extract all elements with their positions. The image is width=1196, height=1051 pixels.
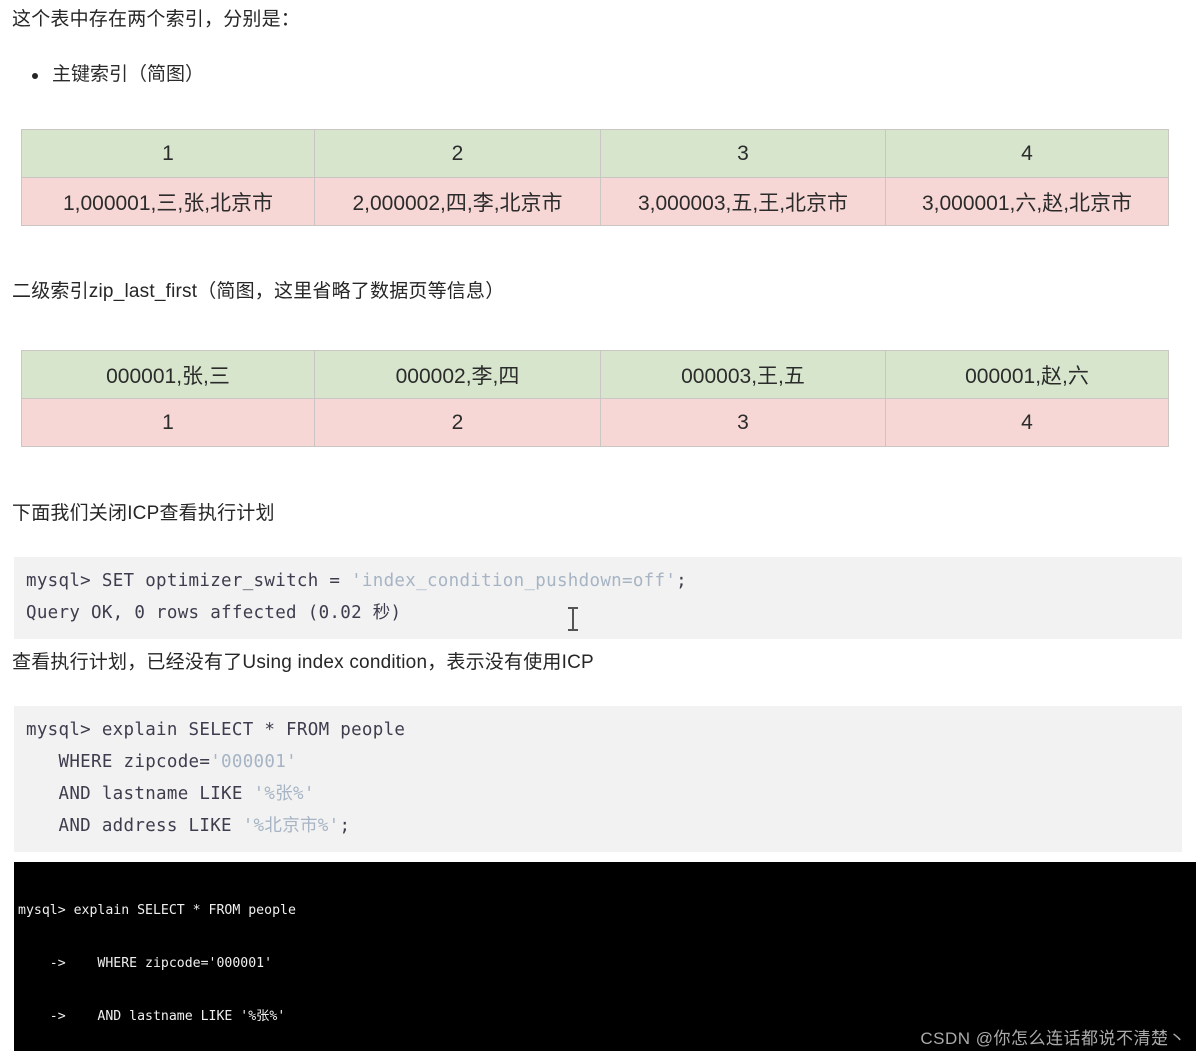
table-cell: 000003,王,五 <box>600 350 886 399</box>
table-row: 000001,张,三 000002,李,四 000003,王,五 000001,… <box>21 350 1169 399</box>
code-line-4-end: ; <box>339 816 351 836</box>
code-statement: SET optimizer_switch = <box>101 571 352 591</box>
code-prompt: mysql> <box>26 571 102 591</box>
table-cell: 4 <box>885 398 1169 447</box>
table-cell: 3 <box>600 129 886 178</box>
secondary-index-table: 000001,张,三 000002,李,四 000003,王,五 000001,… <box>21 350 1169 447</box>
text-cursor-icon <box>568 607 578 631</box>
table-cell: 4 <box>885 129 1169 178</box>
table-cell: 1 <box>21 398 315 447</box>
intro-paragraph: 这个表中存在两个索引，分别是： <box>12 9 301 30</box>
execution-plan-caption: 查看执行计划，已经没有了Using index condition，表示没有使用… <box>12 652 594 673</box>
code-block-explain[interactable]: mysql> explain SELECT * FROM people WHER… <box>14 706 1182 852</box>
table-cell: 2 <box>314 398 601 447</box>
code-line-4-keyword: AND address LIKE <box>26 816 243 836</box>
table-cell: 1 <box>21 129 315 178</box>
table-row: 1 2 3 4 <box>21 129 1169 178</box>
table-row: 1,000001,三,张,北京市 2,000002,四,李,北京市 3,0000… <box>21 177 1169 226</box>
terminal-line: -> AND lastname LIKE '%张%' <box>18 1008 286 1024</box>
code-line-2: WHERE zipcode='000001' <box>26 752 297 772</box>
code-line-4: AND address LIKE '%北京市%'; <box>26 816 351 836</box>
code-statement-end: ; <box>676 571 688 591</box>
list-item: 主键索引（简图） <box>12 62 204 89</box>
table-cell: 3 <box>600 398 886 447</box>
code-line-1: mysql> explain SELECT * FROM people <box>26 720 406 740</box>
code-line-3: AND lastname LIKE '%张%' <box>26 784 315 804</box>
table-cell: 000002,李,四 <box>314 350 601 399</box>
table-cell: 3,000001,六,赵,北京市 <box>885 177 1169 226</box>
bullet-dot-icon <box>32 73 38 79</box>
bullet-list: 主键索引（简图） <box>12 62 204 89</box>
table-cell: 1,000001,三,张,北京市 <box>21 177 315 226</box>
code-line-3-keyword: AND lastname LIKE <box>26 784 254 804</box>
code-string-literal: 'index_condition_pushdown=off' <box>351 571 677 591</box>
secondary-index-caption: 二级索引zip_last_first（简图，这里省略了数据页等信息） <box>12 281 505 302</box>
table-row: 1 2 3 4 <box>21 398 1169 447</box>
code-line: mysql> SET optimizer_switch = 'index_con… <box>26 571 687 591</box>
terminal-line: mysql> explain SELECT * FROM people <box>18 903 296 919</box>
close-icp-caption: 下面我们关闭ICP查看执行计划 <box>12 503 275 524</box>
table-cell: 2,000002,四,李,北京市 <box>314 177 601 226</box>
code-line-4-string: '%北京市%' <box>242 816 340 836</box>
code-line-2-string: '000001' <box>210 752 297 772</box>
list-item-label: 主键索引（简图） <box>52 64 205 85</box>
code-line-2-keyword: WHERE zipcode= <box>26 752 211 772</box>
code-block-set-optimizer[interactable]: mysql> SET optimizer_switch = 'index_con… <box>14 557 1182 639</box>
csdn-watermark: CSDN @你怎么连话都说不清楚丶 <box>920 1029 1186 1049</box>
primary-index-table: 1 2 3 4 1,000001,三,张,北京市 2,000002,四,李,北京… <box>21 129 1169 226</box>
table-cell: 000001,赵,六 <box>885 350 1169 399</box>
terminal-output[interactable]: mysql> explain SELECT * FROM people -> W… <box>14 862 1196 1051</box>
table-cell: 000001,张,三 <box>21 350 315 399</box>
table-cell: 3,000003,五,王,北京市 <box>600 177 886 226</box>
page-root: 这个表中存在两个索引，分别是： 主键索引（简图） 1 2 3 4 1,00000… <box>0 0 1196 1051</box>
code-line-3-string: '%张%' <box>253 784 315 804</box>
table-cell: 2 <box>314 129 601 178</box>
code-result-line: Query OK, 0 rows affected (0.02 秒) <box>26 603 402 623</box>
terminal-line: -> WHERE zipcode='000001' <box>18 955 273 971</box>
